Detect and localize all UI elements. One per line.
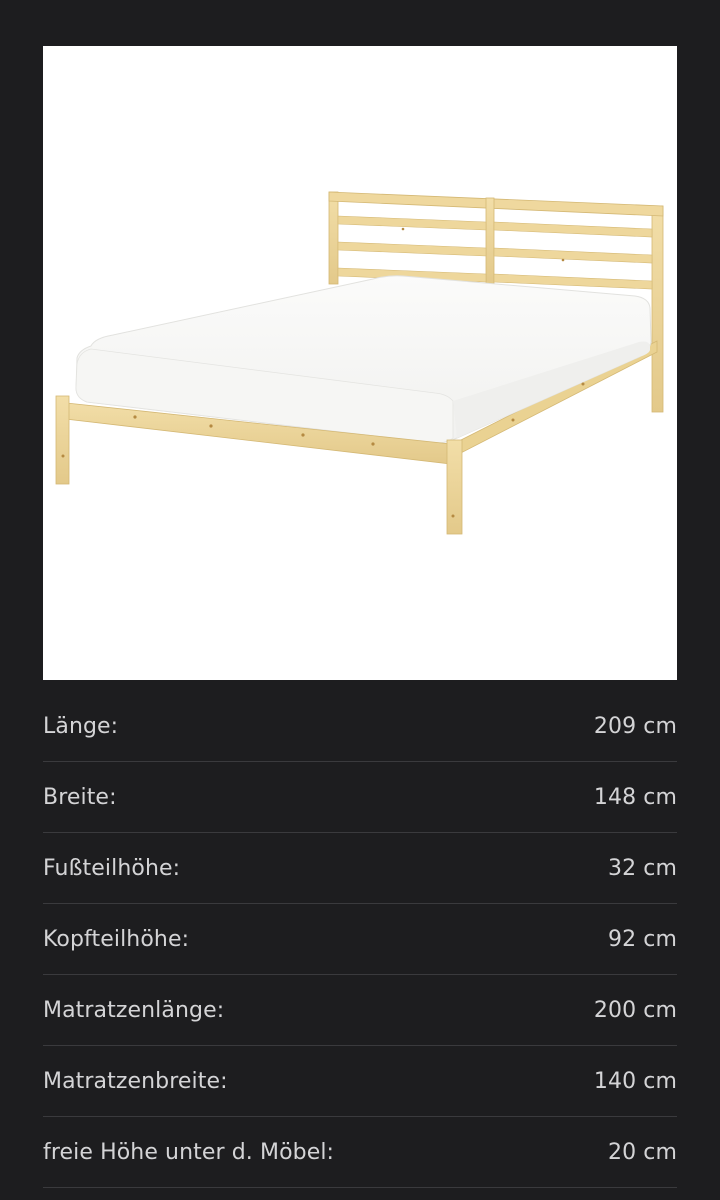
spec-label: Kopfteilhöhe: xyxy=(43,926,190,952)
spec-value: 32 cm xyxy=(607,855,677,881)
spec-value: 200 cm xyxy=(593,997,677,1023)
spec-label: Fußteilhöhe: xyxy=(43,855,181,881)
spec-row-freie-hoehe: freie Höhe unter d. Möbel: 20 cm xyxy=(43,1117,677,1188)
spec-value: 92 cm xyxy=(607,926,677,952)
spec-label: Breite: xyxy=(43,784,117,810)
spec-value: 20 cm xyxy=(607,1139,677,1165)
spec-row-fussteilhoehe: Fußteilhöhe: 32 cm xyxy=(43,833,677,904)
spec-row-kopfteilhoehe: Kopfteilhöhe: 92 cm xyxy=(43,904,677,975)
spec-label: freie Höhe unter d. Möbel: xyxy=(43,1139,335,1165)
product-image[interactable] xyxy=(43,46,677,680)
bed-frame-icon xyxy=(55,191,664,535)
product-page: Länge: 209 cm Breite: 148 cm Fußteilhöhe… xyxy=(0,0,720,1200)
spec-row-laenge: Länge: 209 cm xyxy=(43,691,677,762)
spec-label: Matratzenbreite: xyxy=(43,1068,228,1094)
spec-row-matratzenbreite: Matratzenbreite: 140 cm xyxy=(43,1046,677,1117)
spec-value: 140 cm xyxy=(593,1068,677,1094)
spec-list: Länge: 209 cm Breite: 148 cm Fußteilhöhe… xyxy=(43,691,677,1188)
spec-label: Matratzenlänge: xyxy=(43,997,225,1023)
spec-value: 209 cm xyxy=(593,713,677,739)
spec-value: 148 cm xyxy=(593,784,677,810)
spec-row-breite: Breite: 148 cm xyxy=(43,762,677,833)
spec-label: Länge: xyxy=(43,713,119,739)
spec-row-matratzenlaenge: Matratzenlänge: 200 cm xyxy=(43,975,677,1046)
